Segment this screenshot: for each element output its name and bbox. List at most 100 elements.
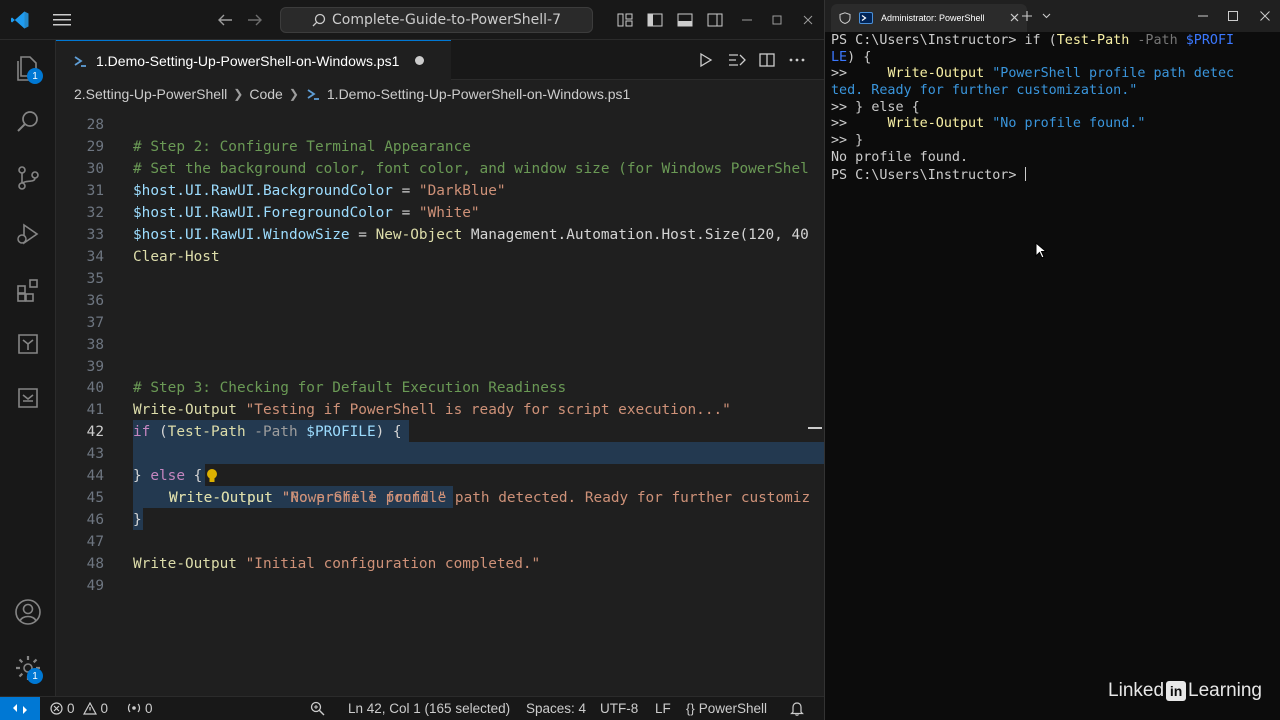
code-line: 48 Write-Output "Initial configuration co…: [86, 556, 541, 572]
code-line: 47: [86, 534, 104, 550]
powershell-file-icon: [74, 55, 86, 67]
zoom-icon[interactable]: [310, 697, 325, 720]
menu-icon[interactable]: [50, 8, 74, 32]
accounts-icon[interactable]: [0, 586, 56, 638]
run-selection-icon[interactable]: [725, 48, 749, 72]
terminal-tab-title: Administrator: PowerShell: [881, 13, 985, 23]
terminal-maximize-icon[interactable]: [1221, 6, 1245, 26]
breadcrumb-subfolder[interactable]: Code: [249, 86, 282, 102]
text-cursor: [1024, 166, 1026, 181]
linkedin-learning-watermark: Linked in Learning: [1108, 680, 1262, 701]
breadcrumb: 2.Setting-Up-PowerShell ❯ Code ❯ 1.Demo-…: [56, 80, 824, 108]
code-line: 39: [86, 359, 104, 375]
encoding[interactable]: UTF-8: [600, 697, 638, 720]
vscode-window: Complete-Guide-to-PowerShell-7 1 1 1.Dem…: [0, 0, 824, 720]
source-control-icon[interactable]: [0, 152, 56, 204]
command-center-label: Complete-Guide-to-PowerShell-7: [331, 12, 561, 28]
remote-explorer-icon[interactable]: [0, 318, 56, 370]
mouse-pointer-icon: [1035, 241, 1048, 264]
code-line: 46}: [86, 512, 142, 528]
back-arrow-icon[interactable]: [213, 8, 237, 32]
end-of-line[interactable]: LF: [655, 697, 671, 720]
terminal-line: >> Write-Output "No profile found.": [831, 116, 1146, 132]
chevron-right-icon: ❯: [233, 87, 244, 101]
status-bar: 0 0 0 Ln 42, Col 1 (165 selected) Spaces…: [0, 696, 824, 720]
code-line: 40 # Step 3: Checking for Default Executi…: [86, 380, 567, 396]
toggle-panel-icon[interactable]: [673, 8, 697, 32]
terminal-prompt-line[interactable]: PS C:\Users\Instructor>: [831, 166, 1277, 184]
forward-arrow-icon[interactable]: [243, 8, 267, 32]
run-file-icon[interactable]: [694, 48, 718, 72]
language-mode[interactable]: {} PowerShell: [686, 697, 767, 720]
title-bar: Complete-Guide-to-PowerShell-7: [0, 0, 824, 40]
code-line: 45 Write-Output "No profile found.": [86, 490, 447, 506]
terminal-line: ted. Ready for further customization.": [831, 83, 1138, 99]
code-line: 41 Write-Output "Testing if PowerShell is…: [86, 402, 731, 418]
split-editor-icon[interactable]: [755, 48, 779, 72]
terminal-close-icon[interactable]: [1253, 6, 1277, 26]
terminal-line: >> } else {: [831, 99, 920, 115]
code-line: 44} else {: [86, 468, 203, 484]
command-center-search[interactable]: Complete-Guide-to-PowerShell-7: [280, 7, 593, 33]
radio-tower-icon: [127, 703, 141, 713]
code-line: 49: [86, 578, 104, 594]
toggle-primary-sidebar-icon[interactable]: [643, 8, 667, 32]
search-icon[interactable]: [0, 96, 56, 148]
terminal-line: LE) {: [831, 49, 872, 65]
ports-indicator[interactable]: 0: [127, 697, 153, 720]
code-line: 29 # Step 2: Configure Terminal Appearanc…: [86, 139, 471, 155]
code-line: 32 $host.UI.RawUI.ForegroundColor = "Whit…: [86, 205, 480, 221]
unsaved-dot-icon[interactable]: [415, 56, 425, 65]
minimize-icon[interactable]: [735, 8, 759, 32]
code-line: 30 # Set the background color, font color…: [86, 161, 809, 177]
notifications-bell-icon[interactable]: [790, 697, 804, 720]
error-count: 0: [67, 701, 75, 716]
terminal-window: Administrator: PowerShell PS C:\Users\In…: [824, 0, 1280, 720]
breadcrumb-file[interactable]: 1.Demo-Setting-Up-PowerShell-on-Windows.…: [327, 86, 630, 102]
extensions-icon[interactable]: [0, 264, 56, 316]
code-editor[interactable]: 28 29 # Step 2: Configure Terminal Appear…: [56, 108, 824, 696]
warning-icon: [82, 702, 97, 715]
code-line: 34 Clear-Host: [86, 249, 220, 265]
explorer-badge: 1: [27, 68, 43, 84]
manage-gear-icon[interactable]: 1: [0, 642, 56, 694]
manage-badge: 1: [27, 668, 43, 684]
chevron-right-icon: ❯: [288, 87, 299, 101]
maximize-icon[interactable]: [765, 8, 789, 32]
toggle-secondary-sidebar-icon[interactable]: [703, 8, 727, 32]
explorer-icon[interactable]: 1: [0, 42, 56, 94]
error-icon: [50, 702, 63, 715]
run-debug-icon[interactable]: [0, 208, 56, 260]
shield-icon: [839, 12, 851, 24]
scrollbar-cursor-marker: [808, 427, 822, 429]
close-icon[interactable]: [796, 8, 820, 32]
active-tab-label: 1.Demo-Setting-Up-PowerShell-on-Windows.…: [96, 52, 400, 69]
code-line-current: 42 if (Test-Path -Path $PROFILE) {: [86, 424, 402, 440]
vscode-logo-icon: [8, 8, 32, 32]
terminal-output[interactable]: PS C:\Users\Instructor> if (Test-Path -P…: [831, 33, 1277, 183]
braces-icon: {}: [686, 701, 695, 716]
terminal-minimize-icon[interactable]: [1191, 6, 1215, 26]
problems-indicator[interactable]: 0 0: [50, 697, 108, 720]
tab-dropdown-chevron-icon[interactable]: [1035, 6, 1057, 26]
terminal-tab[interactable]: Administrator: PowerShell: [831, 4, 1027, 32]
more-actions-icon[interactable]: [785, 48, 809, 72]
terminal-title-bar: Administrator: PowerShell: [825, 0, 1280, 32]
testing-icon[interactable]: [0, 372, 56, 424]
code-line: 43 Write-Output "PowerShell profile path…: [56, 443, 824, 506]
remote-indicator-icon[interactable]: [0, 697, 40, 720]
language-label: PowerShell: [698, 701, 767, 716]
code-line: 35: [86, 271, 104, 287]
terminal-output-line: No profile found.: [831, 149, 969, 165]
customize-layout-icon[interactable]: [613, 8, 637, 32]
ports-count: 0: [145, 701, 153, 716]
terminal-line: PS C:\Users\Instructor> if (Test-Path -P…: [831, 33, 1235, 48]
code-line: 36: [86, 293, 104, 309]
warning-count: 0: [100, 701, 109, 716]
cursor-position[interactable]: Ln 42, Col 1 (165 selected): [348, 697, 510, 720]
code-line: 38: [86, 337, 104, 353]
indentation[interactable]: Spaces: 4: [526, 697, 586, 720]
active-editor-tab[interactable]: 1.Demo-Setting-Up-PowerShell-on-Windows.…: [56, 40, 451, 80]
breadcrumb-folder[interactable]: 2.Setting-Up-PowerShell: [74, 86, 227, 102]
terminal-line: >> Write-Output "PowerShell profile path…: [831, 66, 1235, 82]
